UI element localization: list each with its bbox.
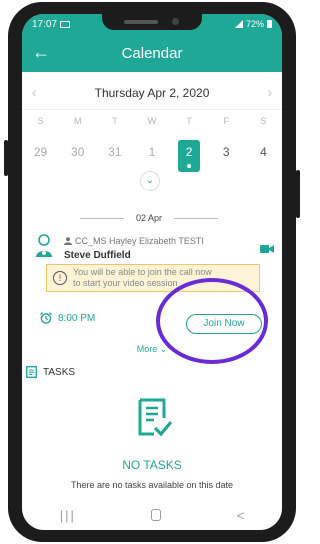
date-divider: 02 Apr	[22, 210, 282, 226]
patient-name: CC_MS Hayley Elizabeth TESTI	[75, 236, 204, 246]
recent-apps-button[interactable]: |||	[60, 508, 76, 523]
appointment-card: CC_MS Hayley Elizabeth TESTI Steve Duffi…	[28, 230, 276, 364]
weekday-header: S M T W T F S	[22, 116, 282, 134]
join-now-button[interactable]: Join Now	[186, 314, 262, 334]
battery-icon	[267, 20, 272, 28]
day-number[interactable]: 1	[141, 140, 163, 172]
weekday-label: W	[147, 116, 157, 126]
day-cell[interactable]: 29	[22, 140, 59, 176]
previous-day-icon[interactable]: ‹	[32, 84, 37, 100]
warning-line: You will be able to join the call now	[73, 267, 212, 277]
warning-line: to start your video session	[73, 278, 178, 288]
alarm-clock-icon	[40, 312, 52, 324]
warning-text: You will be able to join the call now to…	[73, 267, 212, 289]
date-divider-label: 02 Apr	[135, 213, 163, 223]
weekday-label: S	[37, 116, 44, 126]
volume-button	[4, 140, 8, 176]
day-number[interactable]: 4	[252, 140, 274, 172]
no-tasks-title: NO TASKS	[122, 458, 182, 472]
doctor-icon	[36, 234, 52, 257]
video-session-warning: ! You will be able to join the call now …	[46, 264, 260, 292]
divider-line	[174, 217, 218, 219]
day-number[interactable]: 2	[178, 140, 201, 172]
day-number[interactable]: 31	[104, 140, 126, 172]
warning-icon: !	[53, 271, 67, 285]
weekday-label: T	[112, 116, 118, 126]
home-button[interactable]	[151, 509, 162, 521]
patient-row: CC_MS Hayley Elizabeth TESTI	[64, 236, 204, 246]
divider-band	[22, 190, 282, 208]
expand-calendar-chevron-icon[interactable]: ⌄	[140, 171, 160, 191]
weekday-label: S	[260, 116, 267, 126]
day-number[interactable]: 30	[67, 140, 89, 172]
battery-percent: 72%	[245, 19, 264, 29]
empty-tasks-icon	[138, 398, 172, 437]
person-icon	[64, 237, 72, 245]
day-cell[interactable]: 3	[208, 140, 245, 176]
weekday-label: T	[186, 116, 192, 126]
screen: 17:07 72% ← Calendar ‹ Thursday Apr 2, 2…	[22, 14, 282, 530]
notch	[102, 14, 202, 30]
day-number[interactable]: 29	[30, 140, 52, 172]
tasks-header: TASKS	[26, 366, 75, 378]
weekday-label: F	[223, 116, 230, 126]
status-right: 72%	[234, 19, 272, 29]
back-arrow-icon[interactable]: ←	[32, 42, 50, 62]
day-cell-selected[interactable]: 2	[171, 140, 208, 176]
signal-icon	[234, 20, 243, 28]
speaker	[124, 20, 158, 24]
day-cell[interactable]: 4	[245, 140, 282, 176]
selected-date-title: Thursday Apr 2, 2020	[94, 85, 210, 100]
day-number[interactable]: 3	[215, 140, 237, 172]
app-header: ← Calendar	[22, 34, 282, 72]
front-camera	[172, 18, 179, 25]
divider-line	[80, 217, 124, 219]
appointment-time: 8:00 PM	[58, 312, 96, 324]
next-day-icon[interactable]: ›	[267, 84, 272, 100]
appointment-time-row: 8:00 PM	[40, 312, 95, 324]
video-camera-icon[interactable]	[260, 244, 274, 254]
notification-icon	[60, 20, 71, 28]
power-button	[296, 170, 300, 218]
tasks-title: TASKS	[43, 366, 76, 378]
day-cell[interactable]: 30	[59, 140, 96, 176]
status-time: 17:07	[32, 18, 58, 30]
weekday-label: M	[73, 116, 82, 126]
date-navigator: ‹ Thursday Apr 2, 2020 ›	[22, 76, 282, 110]
tasks-list-icon	[26, 366, 37, 378]
more-link[interactable]: More ⌄	[28, 344, 276, 355]
android-navigation-bar: ||| <	[22, 500, 282, 530]
back-button[interactable]: <	[237, 508, 245, 523]
page-title: Calendar	[121, 44, 183, 62]
day-cell[interactable]: 31	[96, 140, 133, 176]
no-tasks-subtitle: There are no tasks available on this dat…	[70, 480, 234, 490]
doctor-name: Steve Duffield	[64, 250, 131, 261]
